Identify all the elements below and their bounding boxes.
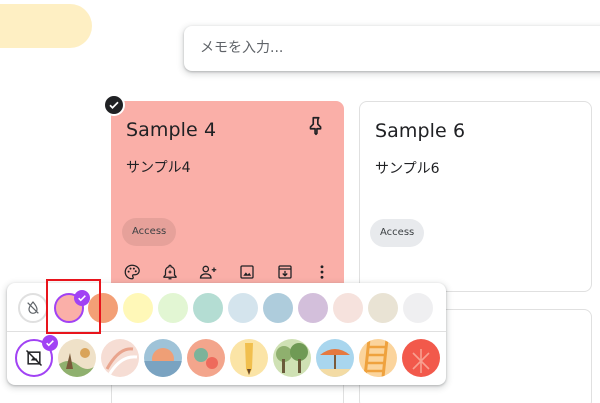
archive-icon[interactable] — [274, 261, 296, 283]
selected-check-icon — [42, 335, 58, 351]
note-body: サンプル4 — [126, 160, 191, 176]
no-color-icon — [27, 301, 39, 314]
background-groceries-swatch[interactable] — [58, 339, 96, 377]
color-swatch-blossom[interactable] — [333, 293, 363, 323]
color-swatch-fog[interactable] — [228, 293, 258, 323]
note-toolbar — [119, 261, 337, 283]
note-body: サンプル6 — [375, 161, 440, 177]
annotation-highlight-box — [46, 279, 101, 334]
background-food-swatch[interactable] — [101, 339, 139, 377]
note-card[interactable]: Sample 4 サンプル4 Access — [111, 101, 344, 301]
color-swatch-dusk[interactable] — [298, 293, 328, 323]
color-swatch-mint[interactable] — [158, 293, 188, 323]
no-background-icon — [25, 349, 43, 367]
background-places-swatch[interactable] — [273, 339, 311, 377]
background-music-swatch[interactable] — [144, 339, 182, 377]
label-chip[interactable]: Access — [122, 218, 177, 246]
note-title: Sample 6 — [375, 120, 466, 142]
background-travel-swatch[interactable] — [316, 339, 354, 377]
background-recipes-swatch[interactable] — [187, 339, 225, 377]
more-icon[interactable] — [311, 261, 333, 283]
image-icon[interactable] — [236, 261, 258, 283]
color-none-swatch[interactable] — [18, 293, 48, 323]
collaborator-icon[interactable] — [197, 261, 219, 283]
reminder-icon[interactable] — [159, 261, 181, 283]
pin-icon[interactable] — [305, 115, 327, 137]
sidebar-active-item[interactable] — [0, 4, 92, 48]
color-swatch-chalk[interactable] — [403, 293, 433, 323]
background-celebration-swatch[interactable] — [402, 339, 440, 377]
color-swatch-sand[interactable] — [123, 293, 153, 323]
take-note-bar[interactable] — [184, 26, 600, 71]
color-swatch-sage[interactable] — [193, 293, 223, 323]
background-video-swatch[interactable] — [359, 339, 397, 377]
take-note-input[interactable] — [200, 37, 580, 59]
label-chip[interactable]: Access — [370, 219, 425, 247]
select-check-icon[interactable] — [103, 94, 125, 116]
note-title: Sample 4 — [126, 119, 217, 141]
color-swatch-storm[interactable] — [263, 293, 293, 323]
color-swatch-clay[interactable] — [368, 293, 398, 323]
note-card[interactable]: Sample 6 サンプル6 Access — [359, 101, 592, 292]
palette-icon[interactable] — [121, 261, 143, 283]
background-notes-swatch[interactable] — [230, 339, 268, 377]
